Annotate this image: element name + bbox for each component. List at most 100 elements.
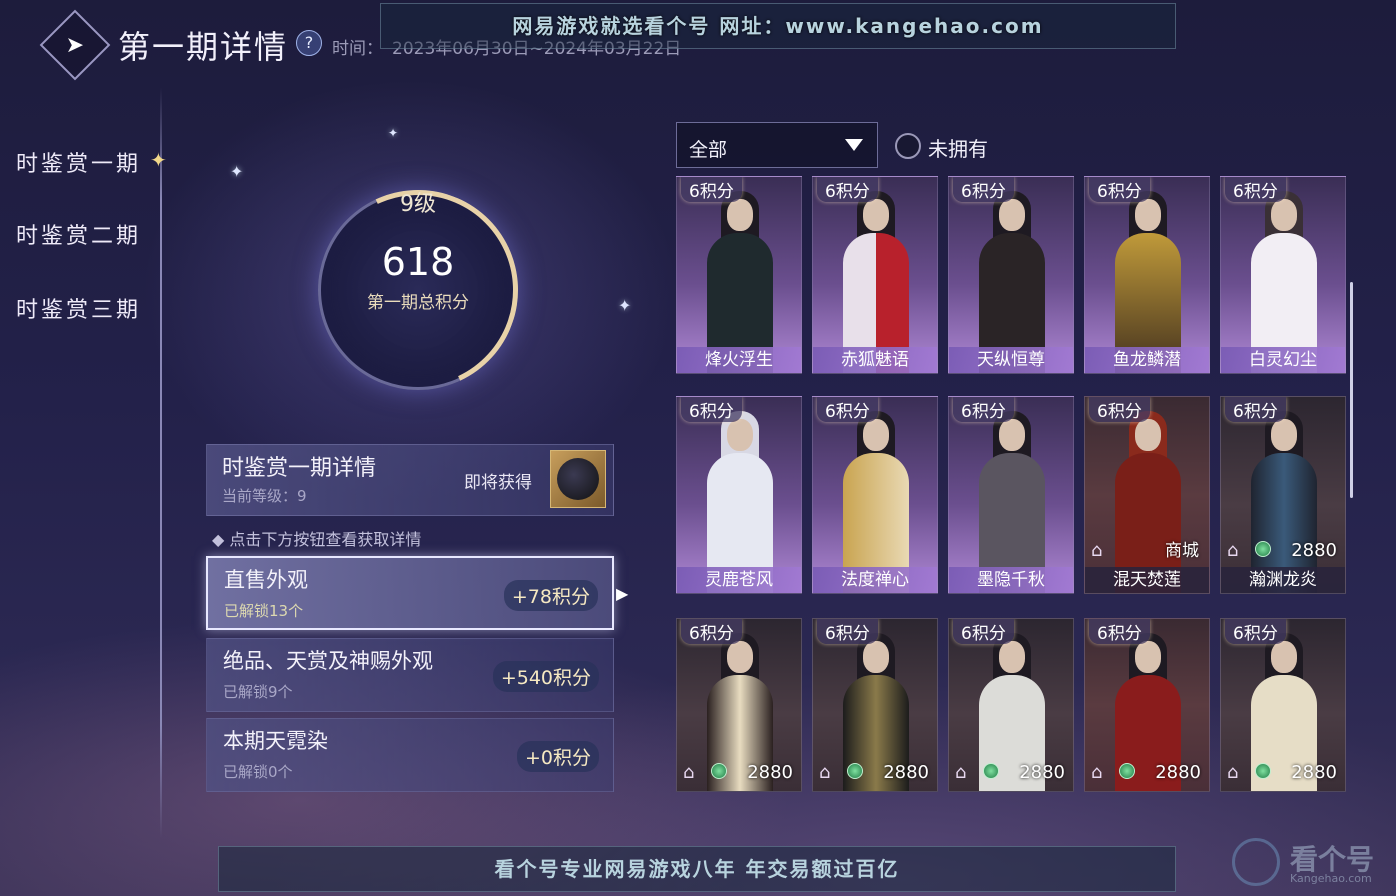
category-name: 直售外观	[224, 568, 308, 592]
outfit-card[interactable]: 6积分 ⌂ 2880	[676, 618, 802, 792]
outfit-card[interactable]: 6积分 鱼龙鳞潜	[1084, 176, 1210, 374]
character-figure	[843, 407, 909, 593]
level-label: 9级	[400, 192, 436, 217]
category-unlocked: 已解锁0个	[223, 763, 293, 781]
category-unlocked: 已解锁13个	[224, 602, 304, 620]
reward-icon[interactable]	[550, 450, 606, 508]
total-points-label: 第一期总积分	[367, 293, 469, 313]
watermark-banner-bottom: 看个号专业网易游戏八年 年交易额过百亿	[218, 846, 1176, 892]
active-indicator-icon: ✦	[150, 148, 167, 172]
category-points: +0积分	[516, 741, 599, 772]
watermark-url: Kangehao.com	[1290, 872, 1372, 885]
price: 2880	[1019, 762, 1065, 783]
points-badge: 6积分	[681, 619, 742, 644]
points-badge: 6积分	[817, 177, 878, 202]
points-badge: 6积分	[1089, 177, 1150, 202]
lock-icon: ⌂	[683, 762, 695, 783]
category-premium[interactable]: 绝品、天赏及神赐外观 已解锁9个 +540积分	[206, 638, 614, 712]
not-owned-radio[interactable]	[895, 133, 921, 159]
back-button[interactable]: ➤	[39, 9, 111, 81]
points-badge: 6积分	[817, 619, 878, 644]
watermark-logo-icon	[1232, 838, 1280, 886]
soon-label: 即将获得	[464, 473, 532, 493]
character-figure	[707, 187, 773, 373]
price: 2880	[883, 762, 929, 783]
shop-tag: 商城	[1165, 541, 1199, 561]
category-direct-sale[interactable]: 直售外观 已解锁13个 +78积分	[206, 556, 614, 630]
category-dye[interactable]: 本期天霓染 已解锁0个 +0积分	[206, 718, 614, 792]
character-figure	[843, 187, 909, 373]
grid-scrollbar[interactable]	[1350, 282, 1353, 498]
sparkle-icon: ✦	[388, 126, 399, 140]
outfit-card[interactable]: 6积分 ⌂ 2880	[1220, 618, 1346, 792]
points-badge: 6积分	[1225, 619, 1286, 644]
nav-divider	[160, 88, 162, 838]
outfit-card[interactable]: 6积分 ⌂ 2880	[1084, 618, 1210, 792]
sparkle-icon: ✦	[618, 296, 632, 315]
nav-item-period-1[interactable]: 时鉴赏一期	[16, 146, 141, 178]
points-badge: 6积分	[681, 177, 742, 202]
outfit-name: 白灵幻尘	[1221, 347, 1345, 373]
outfit-card[interactable]: 6积分 灵鹿苍风	[676, 396, 802, 594]
detail-title: 时鉴赏一期详情	[222, 456, 377, 481]
dropdown-arrow-icon	[845, 139, 863, 151]
jade-coin-icon	[847, 763, 863, 779]
jade-coin-icon	[983, 763, 999, 779]
time-label: 时间：	[332, 39, 383, 59]
outfit-card[interactable]: 6积分 天纵恒尊	[948, 176, 1074, 374]
lock-icon: ⌂	[1227, 540, 1239, 561]
outfit-card[interactable]: 6积分 ⌂ 2880	[948, 618, 1074, 792]
filter-selected: 全部	[689, 139, 728, 161]
lock-icon: ⌂	[1091, 540, 1103, 561]
outfit-name: 法度禅心	[813, 567, 937, 593]
points-badge: 6积分	[953, 397, 1014, 422]
outfit-name: 赤狐魅语	[813, 347, 937, 373]
price: 2880	[1291, 540, 1337, 561]
outfit-card[interactable]: 6积分 法度禅心	[812, 396, 938, 594]
character-figure	[1251, 187, 1317, 373]
back-arrow-icon: ➤	[65, 32, 85, 58]
lock-icon: ⌂	[1227, 762, 1239, 783]
jade-coin-icon	[1119, 763, 1135, 779]
watermark-banner-top: 网易游戏就选看个号 网址：www.kangehao.com	[380, 3, 1176, 49]
jade-coin-icon	[711, 763, 727, 779]
character-figure	[1251, 407, 1317, 593]
outfit-name: 天纵恒尊	[949, 347, 1073, 373]
lock-icon: ⌂	[955, 762, 967, 783]
character-figure	[979, 407, 1045, 593]
category-points: +540积分	[492, 661, 599, 692]
outfit-card[interactable]: 6积分 白灵幻尘	[1220, 176, 1346, 374]
outfit-card[interactable]: 6积分 赤狐魅语	[812, 176, 938, 374]
points-badge: 6积分	[1089, 619, 1150, 644]
points-badge: 6积分	[681, 397, 742, 422]
price: 2880	[1155, 762, 1201, 783]
current-level: 当前等级：9	[222, 487, 307, 505]
character-figure	[979, 187, 1045, 373]
not-owned-label[interactable]: 未拥有	[928, 133, 988, 162]
category-name: 本期天霓染	[223, 729, 328, 753]
outfit-name: 墨隐千秋	[949, 567, 1073, 593]
character-figure	[707, 407, 773, 593]
points-badge: 6积分	[953, 177, 1014, 202]
total-points: 618	[381, 240, 455, 284]
outfit-name: 灵鹿苍风	[677, 567, 801, 593]
filter-dropdown[interactable]: 全部	[676, 122, 878, 168]
nav-item-period-3[interactable]: 时鉴赏三期	[16, 292, 141, 324]
jade-coin-icon	[1255, 763, 1271, 779]
nav-item-period-2[interactable]: 时鉴赏二期	[16, 218, 141, 250]
outfit-card[interactable]: 6积分 ⌂ 商城 混天焚莲	[1084, 396, 1210, 594]
outfit-name: 混天焚莲	[1085, 567, 1209, 593]
outfit-card[interactable]: 6积分 烽火浮生	[676, 176, 802, 374]
category-points: +78积分	[503, 580, 598, 611]
help-icon[interactable]: ?	[296, 30, 322, 56]
points-badge: 6积分	[1089, 397, 1150, 422]
character-figure	[1115, 187, 1181, 373]
outfit-card[interactable]: 6积分 ⌂ 2880	[812, 618, 938, 792]
category-name: 绝品、天赏及神赐外观	[223, 649, 433, 673]
sparkle-icon: ✦	[230, 162, 244, 181]
outfit-card[interactable]: 6积分 墨隐千秋	[948, 396, 1074, 594]
points-badge: 6积分	[953, 619, 1014, 644]
lock-icon: ⌂	[1091, 762, 1103, 783]
jade-coin-icon	[1255, 541, 1271, 557]
outfit-card[interactable]: 6积分 ⌂ 2880 瀚渊龙炎	[1220, 396, 1346, 594]
